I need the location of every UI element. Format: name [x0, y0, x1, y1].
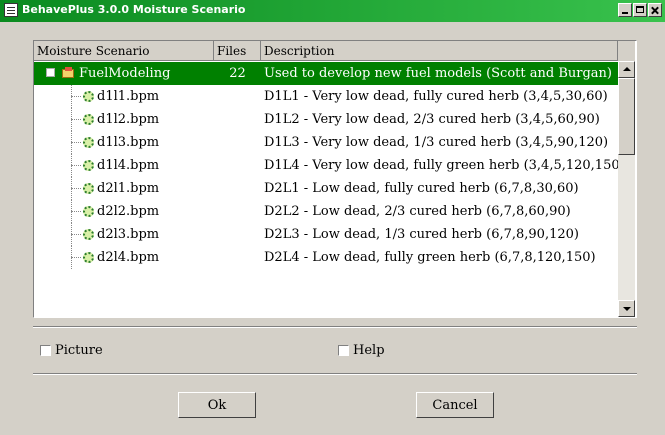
scroll-down-button[interactable] [618, 300, 635, 317]
table-row[interactable]: d2l4.bpm D2L4 - Low dead, fully green he… [34, 246, 618, 269]
vertical-scrollbar[interactable] [618, 61, 635, 317]
file-name: d1l4.bpm [97, 158, 160, 173]
cancel-button[interactable]: Cancel [416, 392, 494, 418]
title-bar[interactable]: BehavePlus 3.0.0 Moisture Scenario [0, 0, 665, 22]
file-name: d1l1.bpm [97, 89, 160, 104]
file-description: D1L3 - Very low dead, 1/3 cured herb (3,… [264, 135, 609, 150]
tree-connector [71, 188, 81, 189]
app-icon [4, 3, 18, 17]
close-button[interactable] [648, 3, 662, 17]
file-name: d2l4.bpm [97, 250, 160, 265]
file-description: D2L1 - Low dead, fully cured herb (6,7,8… [264, 181, 579, 196]
help-checkbox-box[interactable] [338, 345, 349, 356]
minimize-button[interactable] [618, 3, 632, 17]
table-row[interactable]: d2l2.bpm D2L2 - Low dead, 2/3 cured herb… [34, 200, 618, 223]
table-row[interactable]: d1l4.bpm D1L4 - Very low dead, fully gre… [34, 154, 618, 177]
file-name: d2l1.bpm [97, 181, 160, 196]
group-name: FuelModeling [79, 66, 171, 81]
scroll-up-button[interactable] [618, 61, 635, 78]
moisture-scenario-dialog: BehavePlus 3.0.0 Moisture Scenario Moist… [0, 0, 665, 435]
file-description: D1L2 - Very low dead, 2/3 cured herb (3,… [264, 112, 600, 127]
picture-checkbox-label: Picture [55, 343, 103, 358]
tree-toggle-icon[interactable] [46, 68, 55, 77]
tree-connector [71, 234, 81, 235]
group-description: Used to develop new fuel models (Scott a… [264, 66, 612, 81]
column-header-files[interactable]: Files [214, 41, 261, 61]
gear-icon [83, 114, 94, 125]
header-corner [618, 41, 635, 61]
scenario-list-panel: Moisture Scenario Files Description Fuel… [33, 40, 637, 318]
window-title: BehavePlus 3.0.0 Moisture Scenario [22, 3, 246, 16]
file-description: D2L3 - Low dead, 1/3 cured herb (6,7,8,9… [264, 227, 579, 242]
tree-connector [71, 142, 81, 143]
file-description: D1L4 - Very low dead, fully green herb (… [264, 158, 618, 173]
tree-connector [71, 211, 81, 212]
gear-icon [83, 91, 94, 102]
file-description: D2L4 - Low dead, fully green herb (6,7,8… [264, 250, 596, 265]
help-checkbox-label: Help [353, 343, 385, 358]
divider [33, 373, 637, 375]
group-file-count: 22 [229, 66, 246, 81]
ok-button[interactable]: Ok [178, 392, 256, 418]
file-name: d2l2.bpm [97, 204, 160, 219]
tree-connector [71, 165, 81, 166]
scroll-thumb[interactable] [618, 78, 635, 155]
file-description: D1L1 - Very low dead, fully cured herb (… [264, 89, 608, 104]
gear-icon [83, 206, 94, 217]
table-row[interactable]: d2l1.bpm D2L1 - Low dead, fully cured he… [34, 177, 618, 200]
file-description: D2L2 - Low dead, 2/3 cured herb (6,7,8,6… [264, 204, 571, 219]
divider [33, 326, 637, 328]
gear-icon [83, 183, 94, 194]
table-row[interactable]: d1l3.bpm D1L3 - Very low dead, 1/3 cured… [34, 131, 618, 154]
file-name: d1l2.bpm [97, 112, 160, 127]
tree-connector [71, 119, 81, 120]
tree-group-row[interactable]: FuelModeling 22 Used to develop new fuel… [34, 62, 618, 85]
file-name: d2l3.bpm [97, 227, 160, 242]
folder-icon [62, 67, 74, 78]
column-header-description[interactable]: Description [261, 41, 618, 61]
table-row[interactable]: d2l3.bpm D2L3 - Low dead, 1/3 cured herb… [34, 223, 618, 246]
maximize-button[interactable] [633, 3, 647, 17]
table-row[interactable]: d1l2.bpm D1L2 - Very low dead, 2/3 cured… [34, 108, 618, 131]
table-row[interactable]: d1l1.bpm D1L1 - Very low dead, fully cur… [34, 85, 618, 108]
scenario-grid: Moisture Scenario Files Description Fuel… [34, 41, 618, 317]
gear-icon [83, 229, 94, 240]
gear-icon [83, 137, 94, 148]
picture-checkbox-box[interactable] [40, 345, 51, 356]
tree-connector [71, 96, 81, 97]
column-headers: Moisture Scenario Files Description [34, 41, 618, 61]
gear-icon [83, 252, 94, 263]
gear-icon [83, 160, 94, 171]
tree-connector [71, 257, 81, 258]
column-header-moisture-scenario[interactable]: Moisture Scenario [34, 41, 214, 61]
file-name: d1l3.bpm [97, 135, 160, 150]
